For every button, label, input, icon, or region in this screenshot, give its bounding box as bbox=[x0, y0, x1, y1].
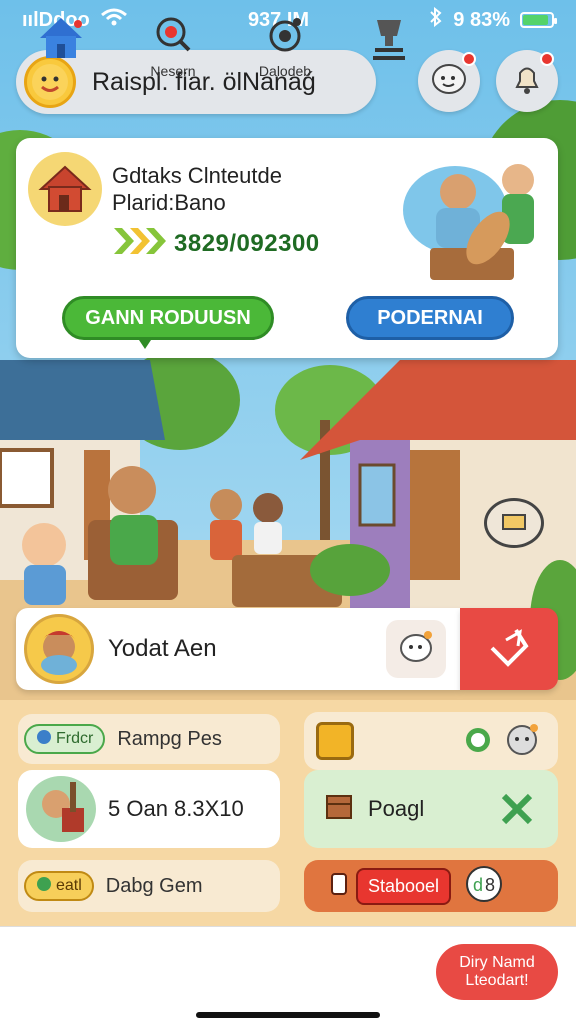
trophy-icon bbox=[369, 14, 409, 67]
chevrons-icon bbox=[112, 226, 168, 261]
balance-row[interactable]: 5 Oan 8.3X10 bbox=[18, 770, 280, 848]
user-avatar bbox=[24, 614, 94, 684]
button-tail bbox=[137, 337, 153, 349]
workers-illustration bbox=[403, 164, 534, 280]
chat-face-icon[interactable] bbox=[504, 722, 540, 763]
search-icon bbox=[153, 14, 193, 59]
card-title-line-2: Plarid:Bano bbox=[112, 190, 226, 215]
user-label: Yodat Aen bbox=[108, 635, 217, 662]
station-button-label: Stabooel bbox=[368, 875, 440, 896]
phone-icon bbox=[330, 872, 348, 901]
emoji-badge-icon[interactable]: d8 bbox=[461, 864, 507, 909]
daily-reward-line-2: Lteodart! bbox=[465, 972, 529, 989]
cross-check-icon[interactable] bbox=[498, 790, 536, 833]
card-title: Gdtaks Clnteutde Plarid:Bano bbox=[112, 162, 282, 216]
battery-icon bbox=[519, 12, 557, 28]
primary-action-label: GANN RODUUSN bbox=[85, 307, 251, 329]
tab-trophy[interactable] bbox=[344, 14, 434, 67]
row2-value: 5 Oan 8.3X10 bbox=[108, 796, 244, 821]
battery-fill bbox=[522, 15, 548, 25]
box-icon bbox=[324, 792, 354, 827]
home-icon bbox=[36, 14, 86, 67]
secondary-action-label: PODERNAI bbox=[377, 307, 483, 329]
svg-text:8: 8 bbox=[485, 875, 495, 895]
secondary-action-button[interactable]: PODERNAI bbox=[346, 296, 514, 340]
whatsapp-icon[interactable] bbox=[464, 726, 492, 759]
worker-avatar bbox=[26, 776, 96, 842]
target-icon bbox=[265, 14, 305, 59]
coin-icon[interactable] bbox=[316, 722, 354, 760]
notification-dot bbox=[540, 52, 554, 66]
globe-icon bbox=[36, 876, 52, 897]
svg-text:d: d bbox=[473, 875, 483, 895]
user-row[interactable]: Yodat Aen bbox=[16, 608, 460, 690]
row1-chip[interactable]: Frdcr bbox=[24, 724, 106, 754]
tab-search[interactable]: Nesern bbox=[128, 14, 218, 79]
share-icon bbox=[486, 624, 532, 675]
alerts-button[interactable] bbox=[496, 50, 558, 112]
row2-right-label: Poagl bbox=[368, 796, 425, 821]
bell-icon bbox=[507, 59, 547, 104]
row1-label: Rampg Pes bbox=[117, 727, 222, 750]
tab-downloads[interactable]: Dalodeb bbox=[240, 14, 330, 79]
row3-chip-label: eatl bbox=[56, 877, 82, 894]
share-button[interactable] bbox=[460, 608, 558, 690]
magnifier-icon[interactable] bbox=[484, 498, 544, 548]
pool-row[interactable]: Poagl bbox=[304, 770, 558, 848]
row3-chip[interactable]: eatl bbox=[24, 871, 94, 901]
value-row: 3829/092300 bbox=[112, 226, 320, 261]
tab-search-label: Nesern bbox=[150, 63, 196, 79]
row3-label: Dabg Gem bbox=[105, 874, 203, 897]
message-button[interactable] bbox=[386, 620, 446, 678]
home-indicator bbox=[196, 1012, 380, 1018]
battery-text: 9 83% bbox=[453, 8, 510, 31]
card-value: 3829/092300 bbox=[174, 229, 320, 257]
badge-row bbox=[304, 712, 558, 770]
daily-reward-line-1: Diry Namd bbox=[459, 954, 535, 971]
station-row: Stabooel d8 bbox=[304, 860, 558, 912]
notification-dot bbox=[462, 52, 476, 66]
tab-home[interactable] bbox=[16, 14, 106, 67]
house-icon bbox=[28, 152, 102, 226]
chat-face-icon bbox=[396, 627, 436, 672]
ramp-row[interactable]: Frdcr Rampg Pes bbox=[18, 714, 280, 764]
chat-bubble-icon bbox=[429, 59, 469, 104]
station-button[interactable]: Stabooel bbox=[356, 867, 452, 905]
game-row[interactable]: eatl Dabg Gem bbox=[18, 860, 280, 912]
primary-action-button[interactable]: GANN RODUUSN bbox=[62, 296, 274, 349]
globe-icon bbox=[36, 729, 52, 750]
daily-reward-button[interactable]: Diry Namd Lteodart! bbox=[436, 944, 558, 1000]
property-card: Gdtaks Clnteutde Plarid:Bano 3829/092300… bbox=[16, 138, 558, 358]
card-title-line-1: Gdtaks Clnteutde bbox=[112, 163, 282, 188]
tab-downloads-label: Dalodeb bbox=[258, 63, 312, 79]
row1-chip-label: Frdcr bbox=[56, 730, 94, 747]
